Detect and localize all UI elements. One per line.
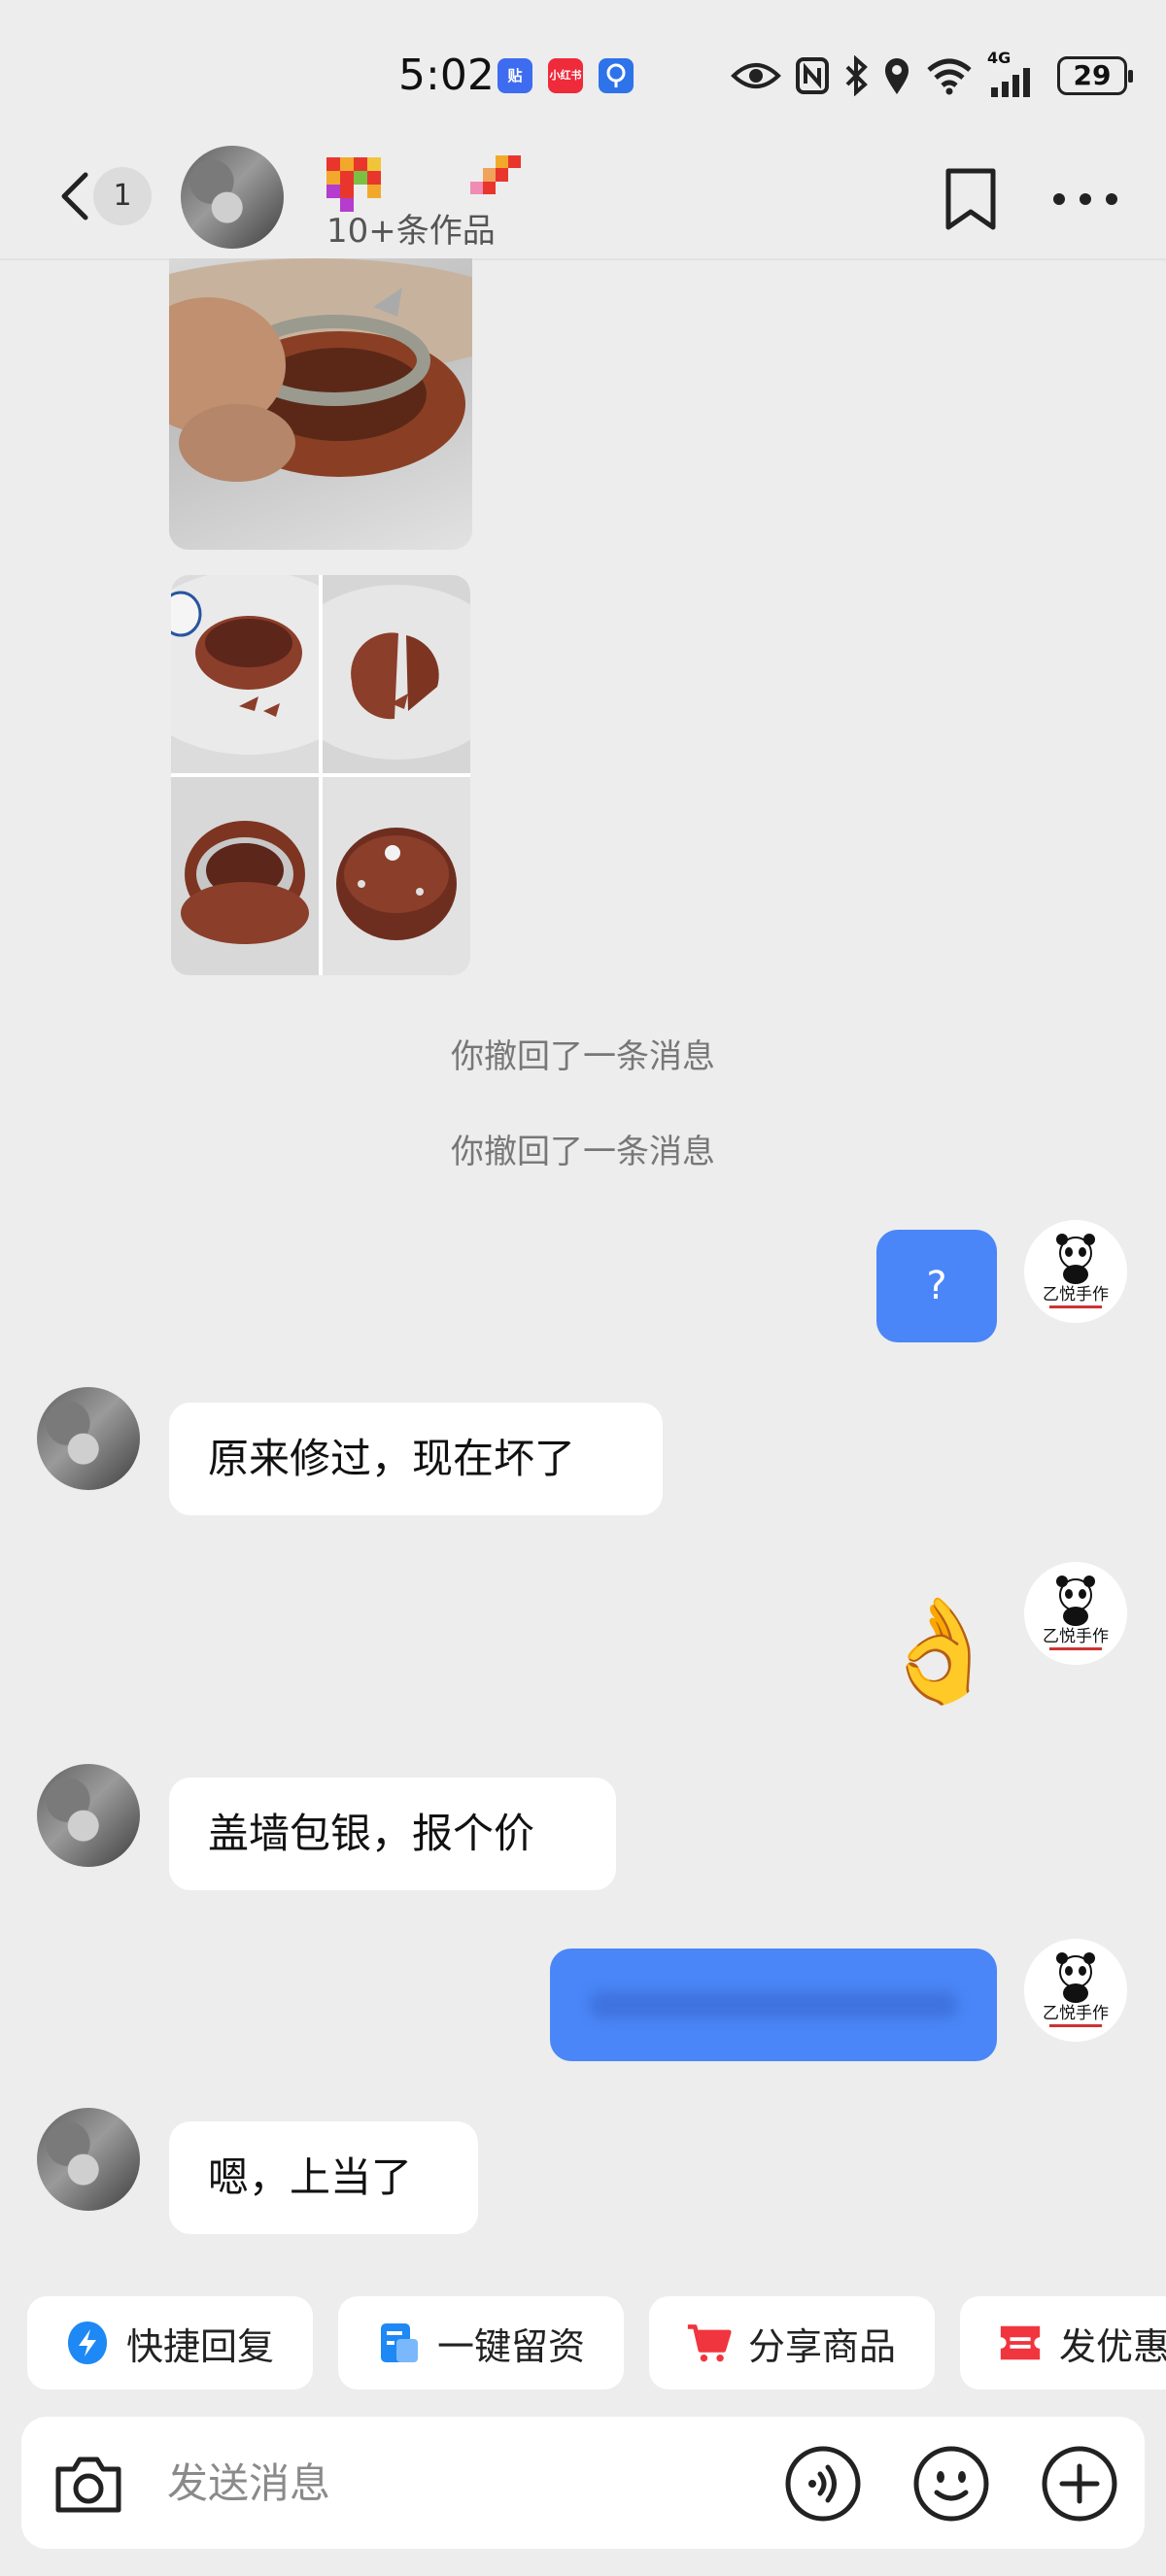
wifi-icon [927, 58, 972, 95]
share-product-label: 分享商品 [748, 2324, 897, 2368]
message-bubble-sent[interactable]: ? [876, 1230, 997, 1342]
tieba-app-icon: 贴 [497, 58, 532, 93]
message-bubble-received[interactable]: 嗯，上当了 [169, 2121, 478, 2234]
contact-avatar[interactable] [37, 2108, 140, 2211]
contact-avatar[interactable] [181, 146, 284, 249]
ok-hand-emoji[interactable]: 👌 [876, 1587, 1003, 1713]
works-count: 10+条作品 [326, 212, 496, 251]
chat-header: 1 10+条作品 [0, 146, 1166, 260]
emoji-icon[interactable] [908, 2440, 995, 2527]
status-bar: 5:02 贴 小红书 4G 29 [0, 0, 1166, 146]
svg-text:乙悦手作: 乙悦手作 [1043, 1285, 1109, 1305]
my-avatar[interactable]: 乙悦手作 [1024, 1220, 1127, 1323]
contact-avatar[interactable] [37, 1764, 140, 1867]
message-input[interactable] [167, 2446, 770, 2520]
recall-notice: 你撤回了一条消息 [451, 1133, 715, 1171]
contact-avatar[interactable] [37, 1387, 140, 1490]
map-app-icon [599, 58, 634, 93]
grid-image-4[interactable] [323, 777, 470, 975]
form-icon [375, 2320, 422, 2366]
my-avatar[interactable]: 乙悦手作 [1024, 1939, 1127, 2042]
quick-reply-button[interactable]: 快捷回复 [27, 2296, 313, 2390]
send-coupon-button[interactable]: 发优惠 [960, 2296, 1166, 2390]
lightning-icon [64, 2320, 111, 2366]
quick-reply-label: 快捷回复 [126, 2324, 275, 2368]
svg-text:乙悦手作: 乙悦手作 [1043, 2004, 1109, 2023]
status-time: 5:02 [398, 51, 495, 100]
plus-icon[interactable] [1036, 2440, 1123, 2527]
nfc-icon [796, 57, 829, 94]
recall-notice: 你撤回了一条消息 [451, 1037, 715, 1076]
bookmark-button[interactable] [937, 165, 1005, 233]
message-bubble-received[interactable]: 盖墙包银，报个价 [169, 1778, 616, 1890]
contact-name-redacted-2 [470, 155, 521, 194]
share-product-button[interactable]: 分享商品 [649, 2296, 935, 2390]
grid-image-2[interactable] [323, 575, 470, 773]
bluetooth-icon [845, 55, 868, 96]
message-input-bar [21, 2417, 1145, 2549]
chat-image-grid[interactable] [171, 575, 470, 975]
grid-image-1[interactable] [171, 575, 319, 773]
voice-icon[interactable] [779, 2440, 867, 2527]
message-bubble-received[interactable]: 原来修过，现在坏了 [169, 1403, 663, 1515]
grid-image-3[interactable] [171, 777, 319, 975]
battery-indicator: 29 [1057, 56, 1133, 95]
eye-icon [731, 63, 781, 88]
chat-image-repair[interactable] [169, 258, 472, 550]
camera-icon[interactable] [45, 2440, 132, 2527]
send-coupon-label: 发优惠 [1059, 2324, 1166, 2368]
collect-info-label: 一键留资 [437, 2324, 586, 2368]
collect-info-button[interactable]: 一键留资 [338, 2296, 624, 2390]
location-icon [885, 58, 909, 94]
unread-count-badge[interactable]: 1 [93, 167, 152, 225]
status-icons: 4G 29 [731, 49, 1133, 99]
more-button[interactable] [1049, 165, 1121, 233]
message-bubble-sent-blurred[interactable] [550, 1949, 997, 2061]
coupon-icon [997, 2320, 1044, 2366]
cellular-signal-icon: 4G [987, 49, 1044, 97]
xiaohongshu-app-icon: 小红书 [548, 58, 583, 93]
quick-action-bar: 快捷回复 一键留资 分享商品 发优惠 [0, 2296, 1166, 2391]
svg-text:乙悦手作: 乙悦手作 [1043, 1627, 1109, 1646]
my-avatar[interactable]: 乙悦手作 [1024, 1562, 1127, 1665]
cart-icon [686, 2320, 733, 2366]
